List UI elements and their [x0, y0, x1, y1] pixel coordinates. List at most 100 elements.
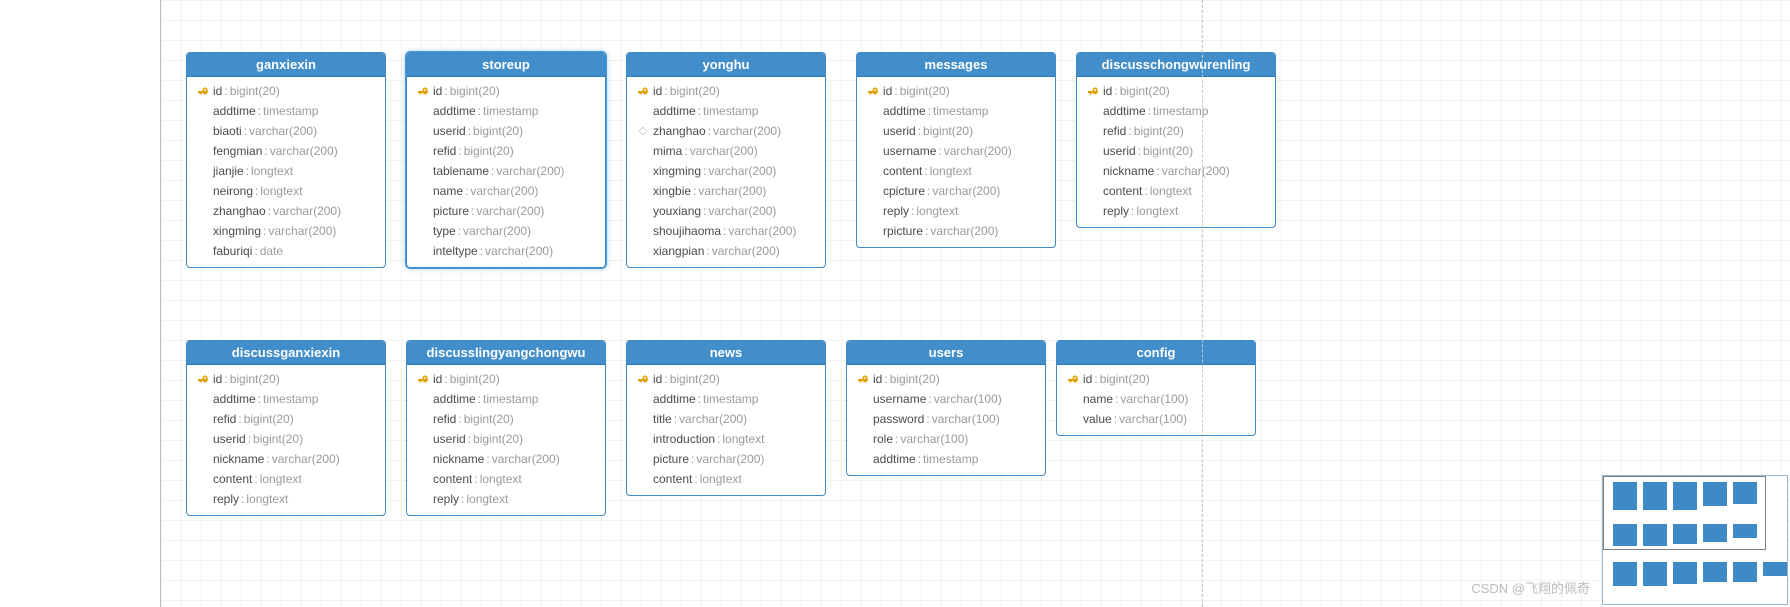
column-row[interactable]: addtime: timestamp: [191, 389, 381, 409]
column-row[interactable]: userid: bigint(20): [411, 429, 601, 449]
column-row[interactable]: addtime: timestamp: [191, 101, 381, 121]
column-row[interactable]: xingbie: varchar(200): [631, 181, 821, 201]
column-row[interactable]: faburiqi: date: [191, 241, 381, 261]
column-row[interactable]: picture: varchar(200): [411, 201, 601, 221]
column-row[interactable]: userid: bigint(20): [861, 121, 1051, 141]
column-name: userid: [213, 431, 246, 447]
table-title[interactable]: yonghu: [627, 53, 825, 77]
column-row[interactable]: addtime: timestamp: [851, 449, 1041, 469]
column-row[interactable]: username: varchar(200): [861, 141, 1051, 161]
vertical-guide[interactable]: [1202, 0, 1203, 607]
table-discussganxiexin[interactable]: discussganxiexin id: bigint(20)addtime: t…: [186, 340, 386, 516]
column-row[interactable]: reply: longtext: [191, 489, 381, 509]
column-row[interactable]: content: longtext: [861, 161, 1051, 181]
column-row[interactable]: content: longtext: [1081, 181, 1271, 201]
column-row[interactable]: nickname: varchar(200): [191, 449, 381, 469]
column-row[interactable]: userid: bigint(20): [411, 121, 601, 141]
table-title[interactable]: messages: [857, 53, 1055, 77]
column-row[interactable]: username: varchar(100): [851, 389, 1041, 409]
column-row[interactable]: cpicture: varchar(200): [861, 181, 1051, 201]
column-row[interactable]: refid: bigint(20): [1081, 121, 1271, 141]
column-row[interactable]: inteltype: varchar(200): [411, 241, 601, 261]
minimap[interactable]: [1602, 475, 1788, 605]
table-title[interactable]: ganxiexin: [187, 53, 385, 77]
table-title[interactable]: config: [1057, 341, 1255, 365]
column-type: longtext: [1136, 203, 1178, 219]
column-row[interactable]: nickname: varchar(200): [411, 449, 601, 469]
column-row[interactable]: xingming: varchar(200): [631, 161, 821, 181]
column-row[interactable]: reply: longtext: [411, 489, 601, 509]
column-row[interactable]: mima: varchar(200): [631, 141, 821, 161]
table-title[interactable]: users: [847, 341, 1045, 365]
column-row[interactable]: addtime: timestamp: [1081, 101, 1271, 121]
column-row[interactable]: addtime: timestamp: [411, 389, 601, 409]
column-row[interactable]: fengmian: varchar(200): [191, 141, 381, 161]
column-row[interactable]: reply: longtext: [861, 201, 1051, 221]
column-row[interactable]: ◇zhanghao: varchar(200): [631, 121, 821, 141]
table-messages[interactable]: messages id: bigint(20)addtime: timestamp…: [856, 52, 1056, 248]
column-row[interactable]: addtime: timestamp: [411, 101, 601, 121]
table-users[interactable]: users id: bigint(20)username: varchar(100…: [846, 340, 1046, 476]
column-name: username: [873, 391, 926, 407]
table-yonghu[interactable]: yonghu id: bigint(20)addtime: timestamp◇z…: [626, 52, 826, 268]
column-row[interactable]: introduction: longtext: [631, 429, 821, 449]
column-row[interactable]: id: bigint(20): [861, 81, 1051, 101]
column-row[interactable]: zhanghao: varchar(200): [191, 201, 381, 221]
column-row[interactable]: refid: bigint(20): [191, 409, 381, 429]
column-row[interactable]: value: varchar(100): [1061, 409, 1251, 429]
column-row[interactable]: reply: longtext: [1081, 201, 1271, 221]
column-type: bigint(20): [473, 123, 523, 139]
column-row[interactable]: password: varchar(100): [851, 409, 1041, 429]
column-row[interactable]: name: varchar(200): [411, 181, 601, 201]
minimap-viewport[interactable]: [1603, 476, 1766, 550]
column-row[interactable]: addtime: timestamp: [631, 101, 821, 121]
column-row[interactable]: id: bigint(20): [411, 369, 601, 389]
table-title[interactable]: discusschongwurenling: [1077, 53, 1275, 77]
column-row[interactable]: youxiang: varchar(200): [631, 201, 821, 221]
column-row[interactable]: id: bigint(20): [411, 81, 601, 101]
column-row[interactable]: picture: varchar(200): [631, 449, 821, 469]
column-row[interactable]: tablename: varchar(200): [411, 161, 601, 181]
table-ganxiexin[interactable]: ganxiexin id: bigint(20)addtime: timestam…: [186, 52, 386, 268]
table-config[interactable]: config id: bigint(20)name: varchar(100)va…: [1056, 340, 1256, 436]
column-row[interactable]: nickname: varchar(200): [1081, 161, 1271, 181]
table-discusschongwurenling[interactable]: discusschongwurenling id: bigint(20)addti…: [1076, 52, 1276, 228]
column-row[interactable]: rpicture: varchar(200): [861, 221, 1051, 241]
table-storeup[interactable]: storeup id: bigint(20)addtime: timestampu…: [406, 52, 606, 268]
column-row[interactable]: refid: bigint(20): [411, 409, 601, 429]
diagram-canvas[interactable]: ganxiexinid: bigint(20)addtime: timestam…: [160, 0, 1790, 607]
column-row[interactable]: xingming: varchar(200): [191, 221, 381, 241]
column-type: varchar(200): [944, 143, 1012, 159]
column-row[interactable]: name: varchar(100): [1061, 389, 1251, 409]
column-row[interactable]: addtime: timestamp: [861, 101, 1051, 121]
column-row[interactable]: jianjie: longtext: [191, 161, 381, 181]
column-row[interactable]: id: bigint(20): [631, 81, 821, 101]
column-row[interactable]: refid: bigint(20): [411, 141, 601, 161]
column-row[interactable]: xiangpian: varchar(200): [631, 241, 821, 261]
column-row[interactable]: content: longtext: [191, 469, 381, 489]
column-row[interactable]: addtime: timestamp: [631, 389, 821, 409]
column-row[interactable]: id: bigint(20): [1081, 81, 1271, 101]
column-row[interactable]: id: bigint(20): [1061, 369, 1251, 389]
table-discusslingyangchongwu[interactable]: discusslingyangchongwu id: bigint(20)addt…: [406, 340, 606, 516]
column-row[interactable]: content: longtext: [411, 469, 601, 489]
column-row[interactable]: type: varchar(200): [411, 221, 601, 241]
column-row[interactable]: id: bigint(20): [191, 81, 381, 101]
column-row[interactable]: shoujihaoma: varchar(200): [631, 221, 821, 241]
column-row[interactable]: userid: bigint(20): [1081, 141, 1271, 161]
table-title[interactable]: discussganxiexin: [187, 341, 385, 365]
column-row[interactable]: id: bigint(20): [631, 369, 821, 389]
column-row[interactable]: title: varchar(200): [631, 409, 821, 429]
table-title[interactable]: storeup: [407, 53, 605, 77]
table-body: id: bigint(20)addtime: timestamptitle: v…: [627, 365, 825, 495]
column-row[interactable]: neirong: longtext: [191, 181, 381, 201]
column-row[interactable]: id: bigint(20): [851, 369, 1041, 389]
table-news[interactable]: newsid: bigint(20)addtime: timestamptitl…: [626, 340, 826, 496]
table-title[interactable]: discusslingyangchongwu: [407, 341, 605, 365]
column-row[interactable]: id: bigint(20): [191, 369, 381, 389]
column-row[interactable]: userid: bigint(20): [191, 429, 381, 449]
column-row[interactable]: role: varchar(100): [851, 429, 1041, 449]
column-row[interactable]: biaoti: varchar(200): [191, 121, 381, 141]
table-title[interactable]: news: [627, 341, 825, 365]
column-row[interactable]: content: longtext: [631, 469, 821, 489]
